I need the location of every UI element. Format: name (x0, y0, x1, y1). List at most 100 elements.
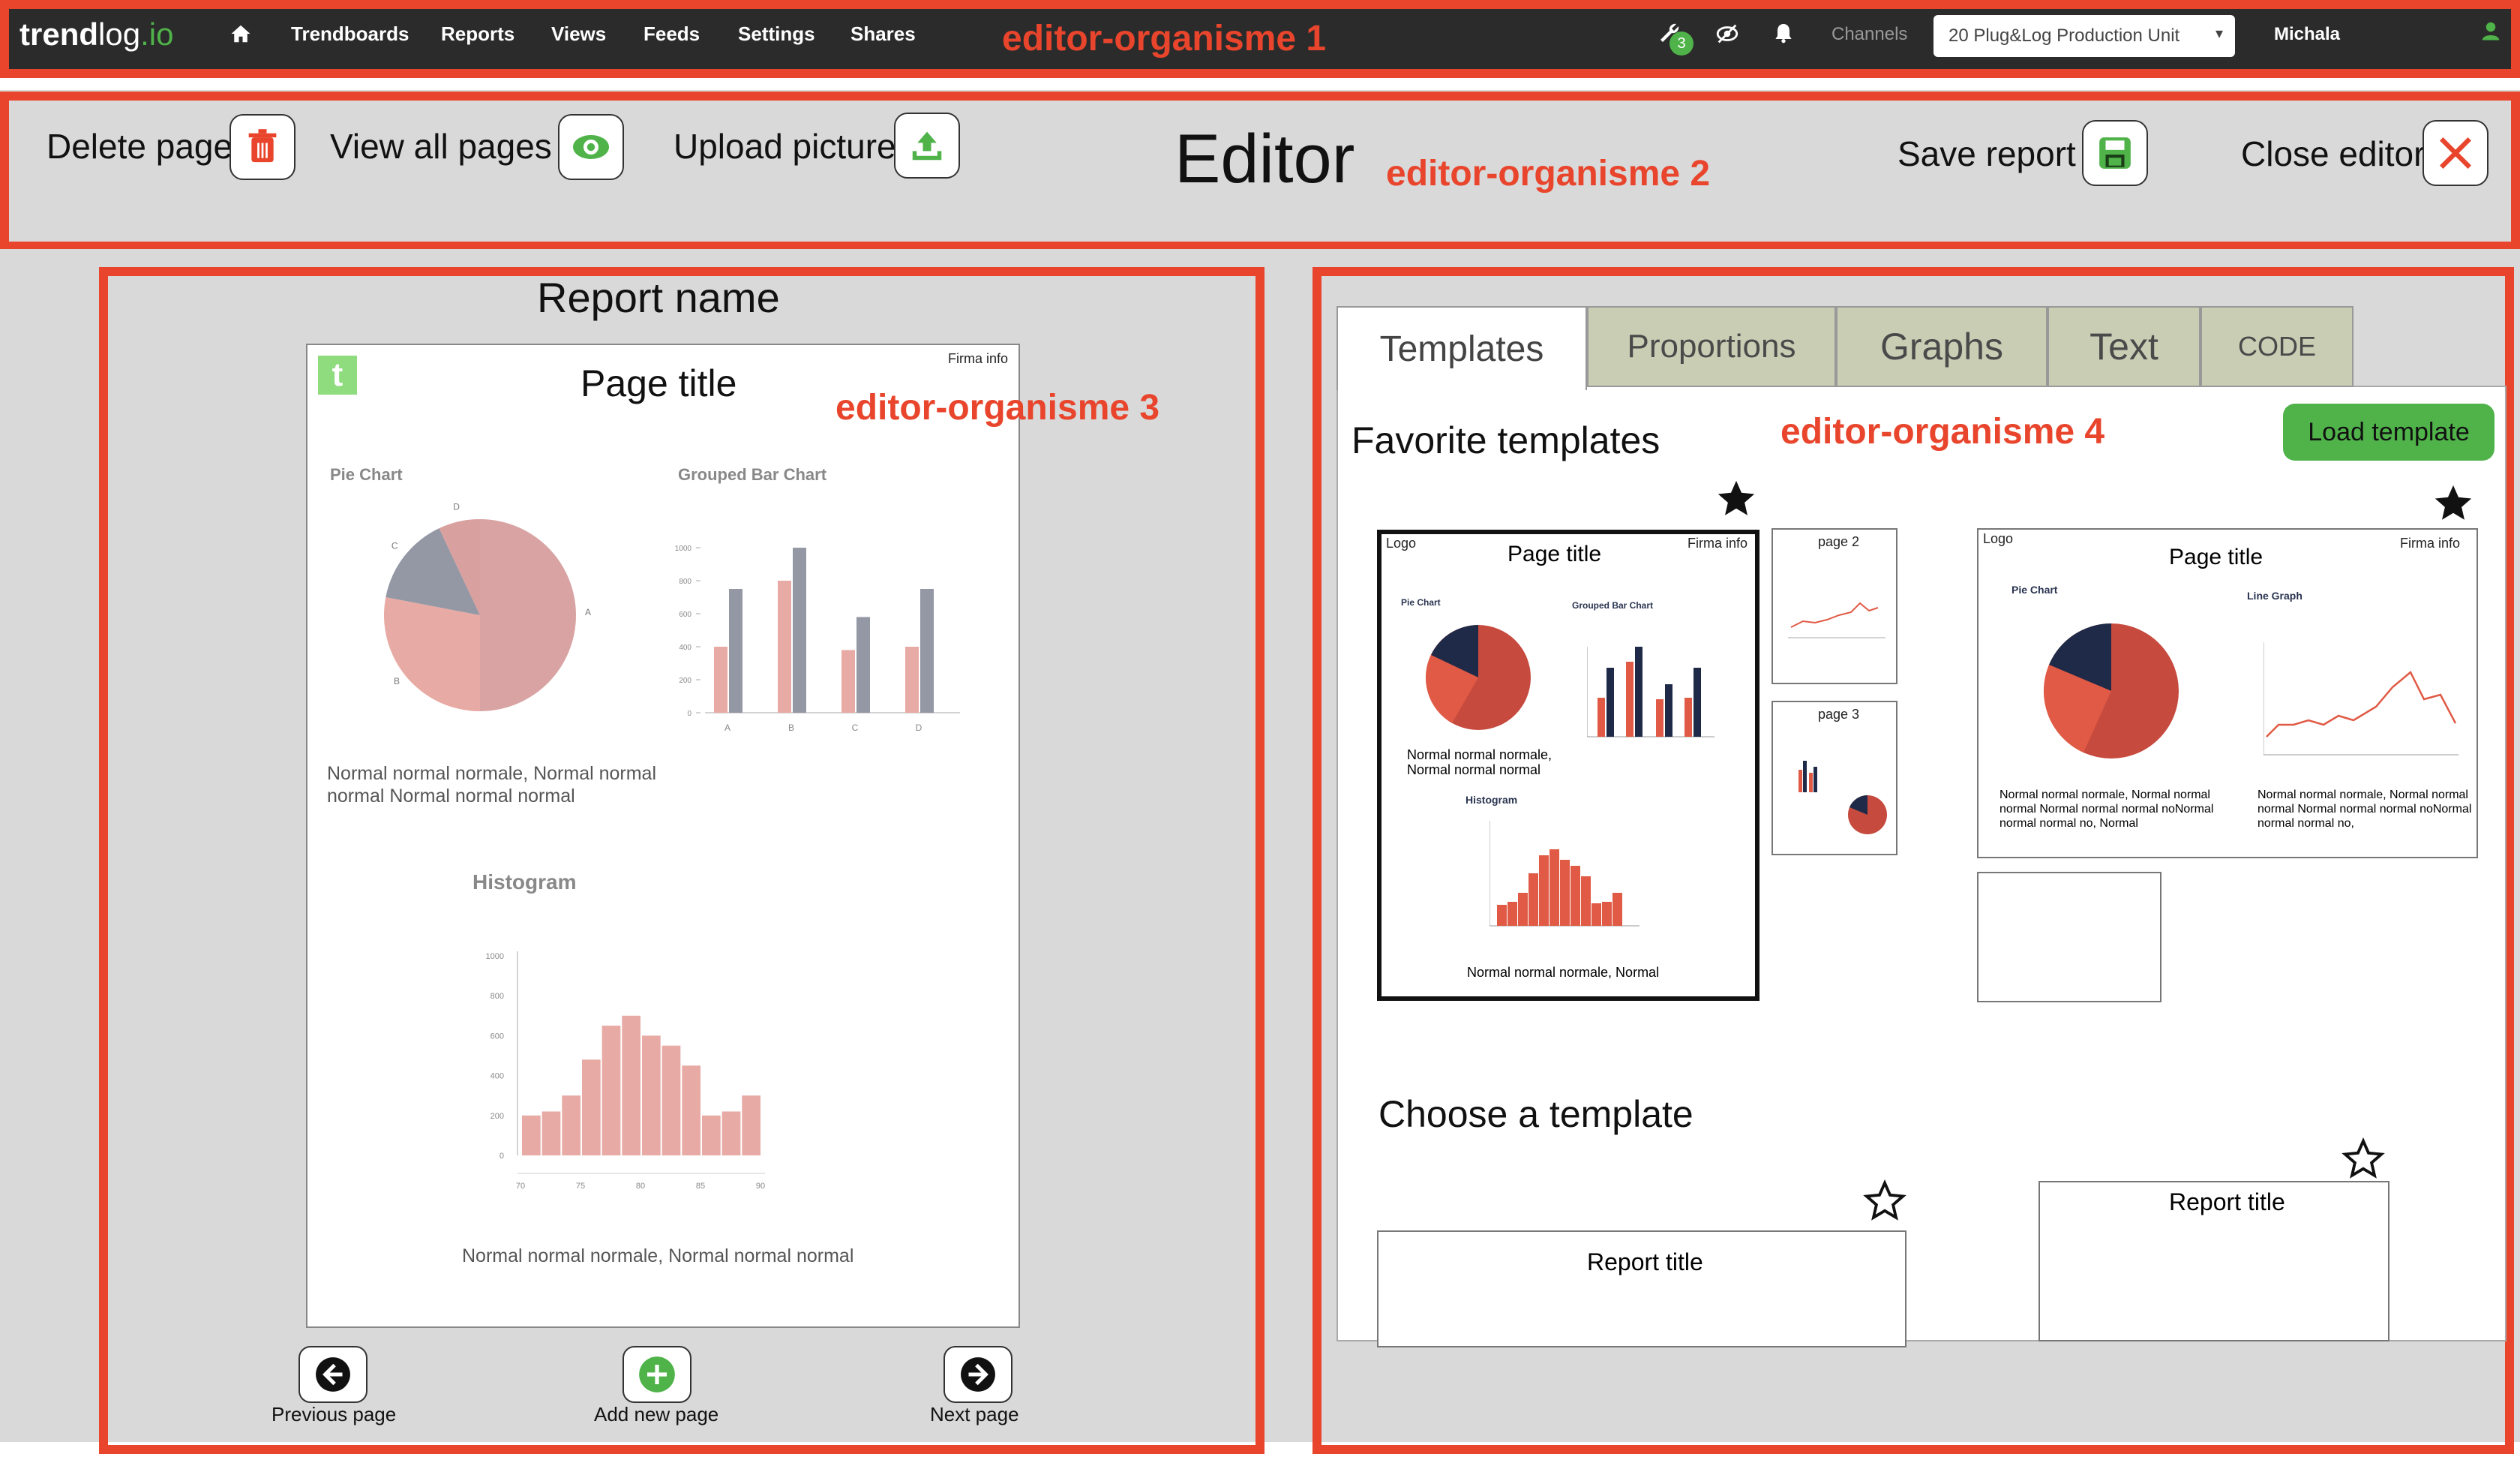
star-outline-icon[interactable] (2342, 1137, 2385, 1185)
pie-chart[interactable]: A B C D (330, 480, 600, 720)
template-logo: Logo (1983, 531, 2014, 546)
tab-proportions[interactable]: Proportions (1587, 306, 1836, 387)
histogram-bar (622, 1015, 640, 1155)
page-2-line-chart (1788, 602, 1886, 638)
pie-label-b: B (394, 676, 400, 686)
template-bar-title: Grouped Bar Chart (1572, 600, 1654, 611)
bar-c-1 (856, 617, 870, 713)
bar-b-1 (793, 548, 806, 713)
pie-slice-b (383, 597, 480, 711)
hist-x-tick-label: 80 (636, 1182, 645, 1191)
hist-x-tick-label: 75 (576, 1182, 585, 1191)
histogram-chart[interactable]: 0 200 400 600 800 1000 70 75 80 85 90 (472, 938, 848, 1193)
hist-y-tick-label: 800 (490, 992, 504, 1001)
favorite-template-card[interactable]: Logo Firma info Page title Pie Chart Gro… (1377, 530, 1760, 1001)
pie-label-d: D (453, 501, 460, 512)
template-pie-chart (2043, 623, 2179, 759)
template-histogram (1490, 821, 1640, 927)
hist-y-tick-label: 1000 (486, 952, 504, 961)
histogram-bar (722, 1111, 741, 1155)
hist-x-tick-label: 90 (756, 1182, 765, 1191)
bar-x-tick-label: B (788, 722, 794, 733)
histogram-bar (542, 1111, 561, 1155)
template-firma-info: Firma info (2399, 536, 2460, 551)
template-pie-chart (1426, 625, 1531, 730)
arrow-right-icon (961, 1357, 995, 1392)
histogram-bar (522, 1115, 541, 1155)
page-title[interactable]: Page title (580, 362, 736, 405)
tab-graphs[interactable]: Graphs (1836, 306, 2048, 387)
bar-y-tick-label: 600 (679, 611, 692, 619)
empty-template-slot[interactable] (1977, 872, 2162, 1002)
histogram-bar (582, 1059, 601, 1155)
bar-d-1 (920, 589, 934, 713)
bar-y-tick-label: 1000 (675, 545, 692, 553)
template-option-title: Report title (1587, 1248, 1703, 1275)
template-bar-chart (1587, 647, 1714, 738)
template-option-title: Report title (2169, 1188, 2285, 1215)
add-new-page-label[interactable]: Add new page (594, 1403, 718, 1426)
annotation-label-2: editor-organisme 2 (1386, 154, 1711, 194)
template-pie-title: Pie Chart (2012, 584, 2058, 596)
page-2-thumbnail[interactable]: page 2 (1772, 528, 1898, 684)
star-outline-icon[interactable] (1863, 1179, 1906, 1227)
histogram-bar (702, 1115, 721, 1155)
template-caption: Normal normal normale, Normal normal nor… (1407, 747, 1552, 777)
favorite-templates-title: Favorite templates (1352, 419, 1660, 461)
histogram-title: Histogram (472, 870, 577, 894)
annotation-label-1: editor-organisme 1 (1002, 19, 1327, 59)
favorite-template-card[interactable]: Logo Firma info Page title Pie Chart Lin… (1977, 528, 2478, 858)
hist-y-tick-label: 0 (500, 1152, 504, 1161)
template-option-card[interactable]: Report title (2038, 1181, 2390, 1341)
bar-y-tick-label: 400 (679, 644, 692, 652)
report-name[interactable]: Report name (537, 273, 780, 322)
annotation-label-4: editor-organisme 4 (1780, 412, 2105, 452)
tab-templates[interactable]: Templates (1336, 306, 1587, 390)
bar-d-0 (905, 647, 919, 713)
pie-label-a: A (585, 607, 591, 617)
template-histogram-caption: Normal normal normale, Normal (1467, 965, 1660, 980)
page-2-label: page 2 (1818, 534, 1860, 549)
template-caption: Normal normal normale, Normal normal nor… (2258, 789, 2472, 830)
annotation-box-2 (0, 92, 2520, 251)
next-page-label[interactable]: Next page (930, 1403, 1019, 1426)
arrow-left-icon (316, 1357, 350, 1392)
hist-y-tick-label: 200 (490, 1112, 504, 1121)
tab-code[interactable]: CODE (2200, 306, 2354, 387)
bar-a-1 (729, 589, 742, 713)
histogram-bar (682, 1065, 700, 1155)
hist-x-tick-label: 85 (696, 1182, 705, 1191)
page-3-thumbnail[interactable]: page 3 (1772, 701, 1898, 855)
template-caption: Normal normal normale, Normal normal nor… (2000, 789, 2214, 830)
add-new-page-button[interactable] (622, 1346, 692, 1403)
bar-y-tick-label: 0 (687, 710, 692, 718)
bar-a-0 (714, 647, 728, 713)
firma-info: Firma info (947, 351, 1008, 366)
template-option-card[interactable]: Report title (1377, 1230, 1906, 1347)
pie-label-c: C (392, 541, 398, 551)
page-3-mini-charts (1798, 761, 1887, 834)
report-logo: t (318, 356, 357, 395)
choose-template-title: Choose a template (1378, 1093, 1694, 1135)
bar-b-0 (778, 581, 791, 713)
histogram-bar (662, 1045, 681, 1155)
annotation-label-3: editor-organisme 3 (836, 388, 1160, 428)
template-line-title: Line Graph (2247, 590, 2302, 602)
page-3-label: page 3 (1818, 707, 1860, 722)
histogram-caption: Normal normal normale, Normal normal nor… (462, 1245, 854, 1266)
load-template-button[interactable]: Load template (2283, 404, 2494, 461)
star-filled-icon[interactable] (2432, 482, 2475, 529)
bar-chart-title: Grouped Bar Chart (678, 465, 827, 484)
bar-x-tick-label: C (852, 722, 859, 733)
previous-page-label[interactable]: Previous page (272, 1403, 396, 1426)
star-filled-icon[interactable] (1714, 477, 1758, 524)
next-page-button[interactable] (944, 1346, 1012, 1403)
template-page-title: Page title (1508, 542, 1602, 566)
tab-text[interactable]: Text (2048, 306, 2200, 387)
grouped-bar-chart[interactable]: 0 200 400 600 800 1000 A B C D (660, 525, 975, 750)
template-page-title: Page title (2169, 545, 2264, 569)
hist-y-tick-label: 400 (490, 1072, 504, 1081)
template-logo: Logo (1386, 536, 1417, 551)
report-page-preview[interactable]: t Firma info Page title Pie Chart ABCD G… (306, 344, 1020, 1328)
previous-page-button[interactable] (298, 1346, 368, 1403)
